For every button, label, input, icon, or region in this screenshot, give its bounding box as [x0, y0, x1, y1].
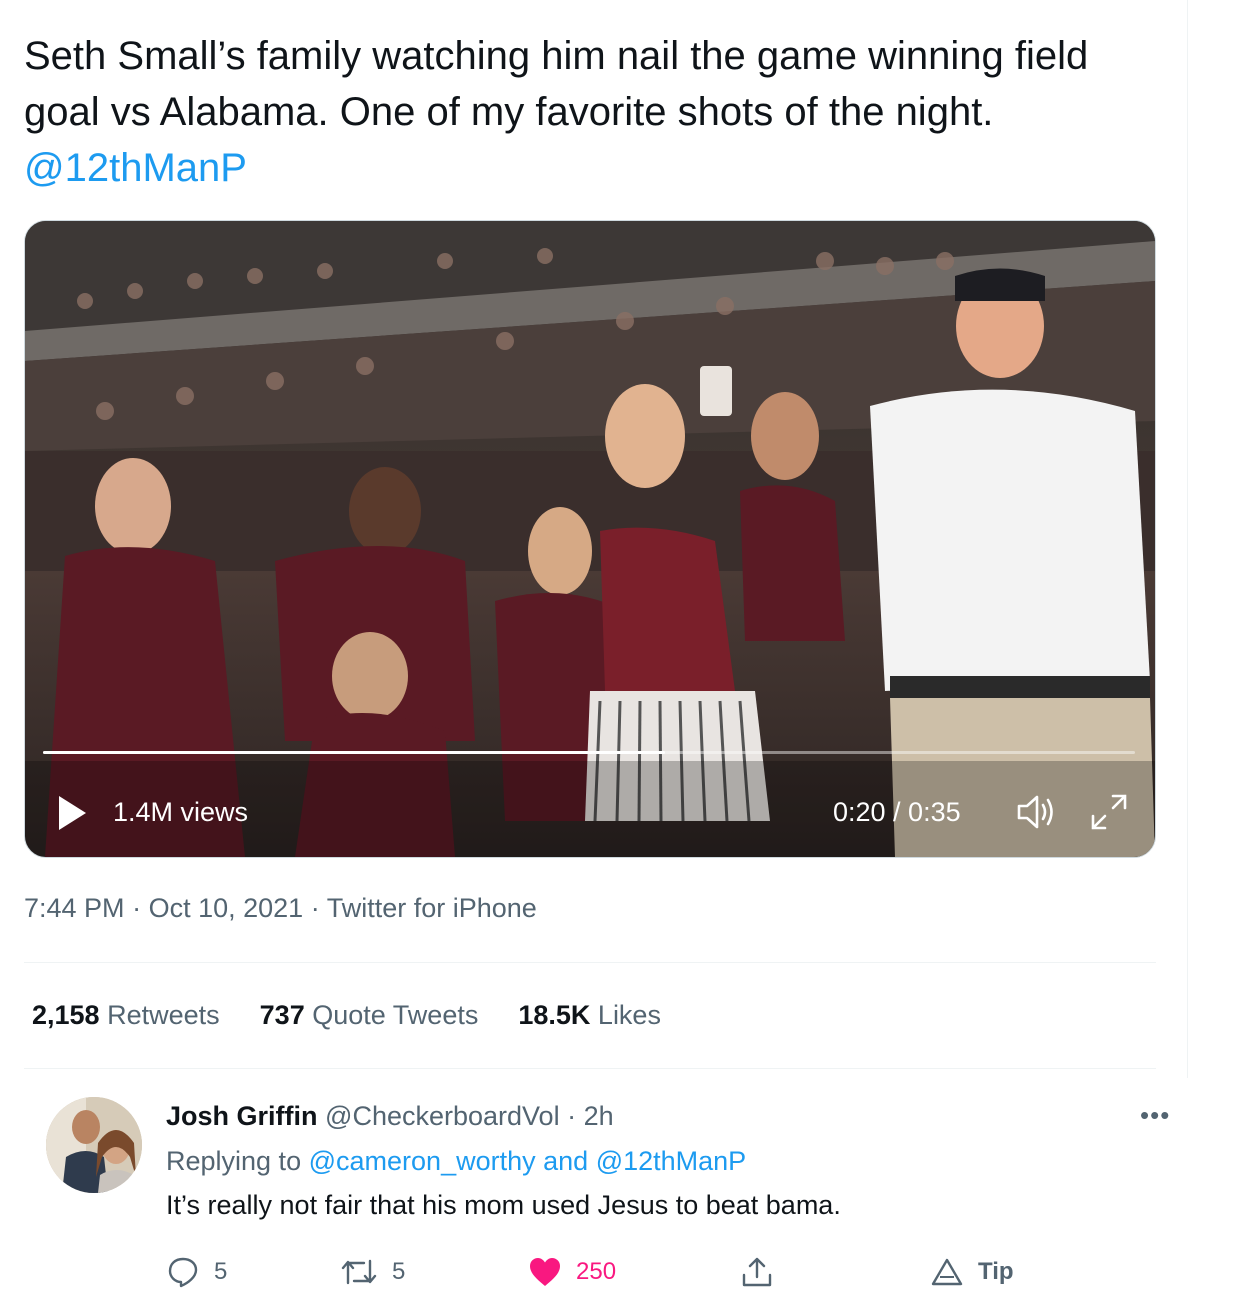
- fullscreen-icon: [1091, 794, 1127, 830]
- quote-tweets-count: 737: [259, 1000, 305, 1030]
- avatar[interactable]: [46, 1097, 142, 1193]
- volume-icon: [1017, 795, 1053, 829]
- tip-icon: [931, 1258, 963, 1286]
- tweet-mention-link[interactable]: @12thManP: [24, 146, 247, 190]
- retweet-button[interactable]: 5: [340, 1253, 405, 1291]
- video-frame: [25, 221, 1155, 857]
- meta-separator: ·: [310, 893, 320, 923]
- tweet-body: Seth Small’s family watching him nail th…: [24, 34, 1089, 134]
- like-count: 250: [576, 1258, 617, 1285]
- reply-author-handle[interactable]: @CheckerboardVol: [325, 1101, 560, 1131]
- reply-separator: ·: [567, 1101, 577, 1131]
- likes-stat[interactable]: 18.5K Likes: [518, 1000, 661, 1031]
- replying-to: Replying to @cameron_worthy and @12thMan…: [166, 1146, 746, 1177]
- divider: [24, 962, 1156, 963]
- replying-user-link[interactable]: @cameron_worthy: [309, 1146, 536, 1176]
- divider: [24, 1068, 1156, 1069]
- video-time: 0:20 / 0:35: [833, 797, 961, 827]
- quote-tweets-stat[interactable]: 737 Quote Tweets: [260, 1000, 479, 1031]
- avatar-image: [46, 1097, 142, 1193]
- retweets-label: Retweets: [107, 1000, 220, 1030]
- tweet-time-link[interactable]: 7:44 PM: [24, 893, 125, 923]
- likes-count: 18.5K: [518, 1000, 591, 1030]
- tweet-source-link[interactable]: Twitter for iPhone: [327, 893, 537, 923]
- share-button[interactable]: [740, 1253, 788, 1291]
- reply-timestamp[interactable]: 2h: [584, 1101, 614, 1131]
- reply-button[interactable]: 5: [166, 1253, 227, 1291]
- more-icon: •••: [1140, 1100, 1171, 1130]
- replying-prefix: Replying to: [166, 1146, 302, 1176]
- retweet-icon: [341, 1259, 377, 1285]
- reply-header: Josh Griffin @CheckerboardVol · 2h: [166, 1101, 614, 1132]
- tweet-date-link[interactable]: Oct 10, 2021: [149, 893, 304, 923]
- fullscreen-button[interactable]: [1087, 792, 1131, 832]
- video-progress-bar[interactable]: [43, 751, 1135, 754]
- video-progress-fill: [43, 751, 666, 754]
- tip-button[interactable]: Tip: [930, 1253, 1014, 1291]
- retweets-stat[interactable]: 2,158 Retweets: [32, 1000, 220, 1031]
- tweet-stats: 2,158 Retweets 737 Quote Tweets 18.5K Li…: [32, 1000, 661, 1031]
- replying-user-link[interactable]: @12thManP: [596, 1146, 747, 1176]
- reply-author-name[interactable]: Josh Griffin: [166, 1101, 318, 1131]
- tweet-meta: 7:44 PM · Oct 10, 2021 · Twitter for iPh…: [24, 893, 537, 924]
- like-button[interactable]: 250: [528, 1253, 616, 1291]
- meta-separator: ·: [132, 893, 142, 923]
- tip-label: Tip: [978, 1258, 1014, 1285]
- volume-button[interactable]: [1015, 792, 1059, 832]
- retweet-count: 5: [392, 1258, 406, 1285]
- reply-count: 5: [214, 1258, 228, 1285]
- likes-label: Likes: [597, 1000, 661, 1030]
- reply-text: It’s really not fair that his mom used J…: [166, 1190, 841, 1220]
- video-view-count: 1.4M views: [113, 797, 249, 827]
- more-options-button[interactable]: •••: [1140, 1100, 1170, 1131]
- tweet-text: Seth Small’s family watching him nail th…: [24, 28, 1164, 196]
- quote-tweets-label: Quote Tweets: [312, 1000, 479, 1030]
- reply-icon: [168, 1257, 198, 1288]
- share-icon: [742, 1257, 772, 1287]
- play-icon: [59, 796, 86, 830]
- video-player[interactable]: 1.4M views 0:20 / 0:35: [24, 220, 1156, 858]
- heart-icon: [530, 1258, 560, 1286]
- replying-and[interactable]: and: [543, 1146, 588, 1176]
- column-divider: [1187, 0, 1188, 1078]
- play-button[interactable]: [55, 793, 89, 833]
- retweets-count: 2,158: [32, 1000, 100, 1030]
